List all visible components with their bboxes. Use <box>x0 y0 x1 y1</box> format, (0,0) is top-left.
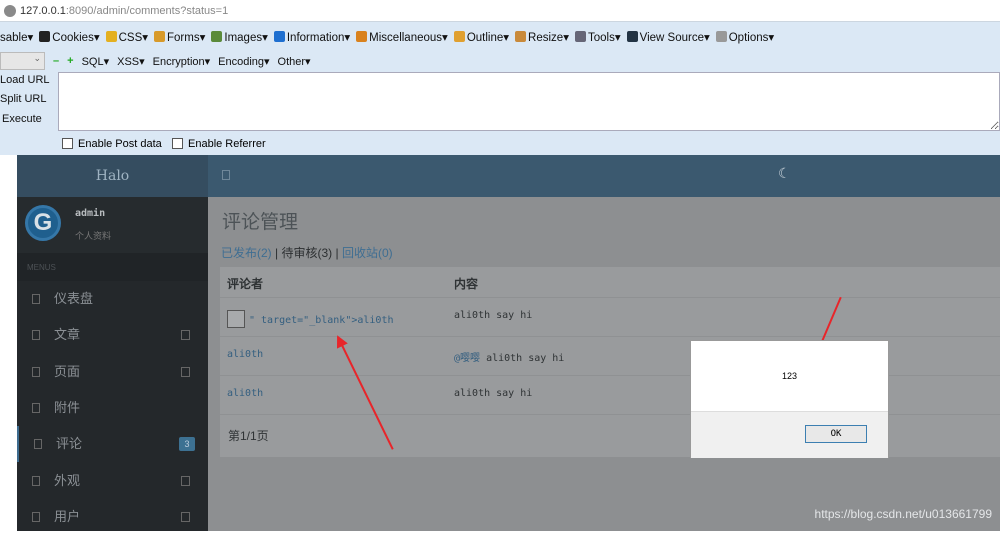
clipboard-icon <box>154 31 166 42</box>
hackbar-menu-item[interactable]: Options▾ <box>715 30 774 44</box>
brand-logo[interactable]: Halo <box>17 155 208 197</box>
comment-content: ali0th say hi <box>454 388 533 399</box>
profile-link[interactable]: 个人资料 <box>75 229 111 242</box>
comment-content: @嘤嘤 ali0th say hi <box>454 353 565 364</box>
browser-side-strip <box>0 155 17 531</box>
info-icon <box>273 31 285 42</box>
address-bar[interactable]: 127.0.0.1:8090/admin/comments?status=1 <box>0 0 1000 22</box>
chevron-icon <box>181 330 190 341</box>
load-url-button[interactable]: Load URL <box>0 74 50 86</box>
sql-menu[interactable]: SQL▾ <box>82 55 110 68</box>
terminal-icon <box>626 31 638 42</box>
xss-menu[interactable]: XSS▾ <box>117 55 145 68</box>
sidebar-item[interactable]: 仪表盘 <box>17 281 208 317</box>
broken-image-icon <box>227 310 245 328</box>
loading-icon: ☾ <box>778 165 791 181</box>
header-content: 内容 <box>454 277 479 291</box>
options-icon <box>715 31 727 42</box>
menu-icon <box>32 366 40 377</box>
menu-icon <box>32 511 40 522</box>
minus-icon[interactable]: – <box>53 55 59 67</box>
sidebar-item[interactable]: 外观 <box>17 463 208 499</box>
header-author: 评论者 <box>227 277 264 291</box>
hackbar-menu-item[interactable]: Cookies▾ <box>39 30 100 44</box>
version-select[interactable]: ⌄ <box>0 52 45 70</box>
encryption-menu[interactable]: Encryption▾ <box>153 55 211 68</box>
avatar: G <box>25 205 61 241</box>
hackbar-menu-item[interactable]: Outline▾ <box>453 30 509 44</box>
author-link[interactable]: ali0th <box>227 349 263 360</box>
alert-message: 123 <box>781 371 798 381</box>
image-icon <box>211 31 223 42</box>
hackbar-menu: sable▾ Cookies▾ CSS▾ Forms▾ Images▾ Informati… <box>0 30 774 44</box>
ok-button[interactable]: OK <box>805 425 867 443</box>
username: admin <box>75 208 106 219</box>
hackbar-menu-item[interactable]: sable▾ <box>0 30 33 44</box>
split-url-button[interactable]: Split URL <box>0 93 46 105</box>
url-textarea[interactable] <box>58 72 1000 131</box>
wand-icon <box>105 31 117 42</box>
menu-icon <box>32 330 40 341</box>
encoding-menu[interactable]: Encoding▾ <box>218 55 269 68</box>
mention-link[interactable]: @嘤嘤 <box>454 353 480 364</box>
sidebar-item[interactable]: 附件 <box>17 390 208 426</box>
menu-icon <box>32 475 40 486</box>
alert-dialog: 123 OK <box>690 340 889 458</box>
author-link[interactable]: " target="_blank">ali0th <box>227 310 394 328</box>
chevron-icon <box>181 366 190 377</box>
pencil-icon <box>453 31 465 42</box>
sidebar: Halo G admin 个人资料 MENUS 仪表盘 文章 页面 附件 评论 3 外观 用户 <box>17 155 208 531</box>
hackbar-menu-item[interactable]: Forms▾ <box>154 30 205 44</box>
tab-trash[interactable]: 回收站(0) <box>342 246 393 260</box>
sidebar-item[interactable]: 评论 3 <box>17 426 208 463</box>
sidebar-item[interactable]: 文章 <box>17 317 208 353</box>
comment-content: ali0th say hi <box>454 310 533 321</box>
hackbar-menu-item[interactable]: Information▾ <box>273 30 350 44</box>
other-menu[interactable]: Other▾ <box>278 55 311 68</box>
table-row: " target="_blank">ali0th ali0th say hi <box>220 297 1000 336</box>
hackbar-menu2: ⌄ – + SQL▾ XSS▾ Encryption▾ Encoding▾ Ot… <box>0 52 311 70</box>
chevron-icon <box>181 511 190 522</box>
hackbar-menu-item[interactable]: Resize▾ <box>515 30 569 44</box>
user-icon <box>39 31 51 42</box>
hackbar-menu-item[interactable]: Miscellaneous▾ <box>356 30 448 44</box>
top-header: ☾ <box>208 155 1000 197</box>
menu-icon <box>32 402 40 413</box>
menu-icon <box>34 439 42 450</box>
menu-toggle-icon[interactable] <box>222 170 230 180</box>
execute-button[interactable]: Execute <box>2 113 42 125</box>
sidebar-item[interactable]: 页面 <box>17 354 208 390</box>
plus-icon[interactable]: + <box>67 55 73 67</box>
referrer-checkbox[interactable]: Enable Referrer <box>172 138 266 150</box>
status-tabs: 已发布(2) | 待审核(3) | 回收站(0) <box>221 246 393 260</box>
hackbar-menu-item[interactable]: Tools▾ <box>574 30 621 44</box>
watermark: https://blog.csdn.net/u013661799 <box>814 507 992 521</box>
author-link[interactable]: ali0th <box>227 388 263 399</box>
post-data-checkbox[interactable]: Enable Post data <box>62 138 162 150</box>
tab-published[interactable]: 已发布(2) <box>221 246 272 260</box>
hackbar-menu-item[interactable]: CSS▾ <box>105 30 148 44</box>
comment-count-badge: 3 <box>179 437 195 452</box>
chevron-icon <box>181 475 190 486</box>
page-title: 评论管理 <box>222 212 299 233</box>
tab-pending[interactable]: 待审核(3) <box>281 246 332 260</box>
pager: 第1/1页 <box>228 429 269 443</box>
globe-icon <box>4 5 16 17</box>
hackbar-menu-item[interactable]: Images▾ <box>211 30 268 44</box>
box-icon <box>356 31 368 42</box>
sidebar-item[interactable]: 用户 <box>17 499 208 535</box>
menus-label: MENUS <box>17 253 208 281</box>
hackbar-menu-item[interactable]: View Source▾ <box>626 30 710 44</box>
menu-icon <box>32 294 40 304</box>
tools-icon <box>574 31 586 42</box>
user-panel: G admin 个人资料 <box>17 197 208 253</box>
ruler-icon <box>515 31 527 42</box>
